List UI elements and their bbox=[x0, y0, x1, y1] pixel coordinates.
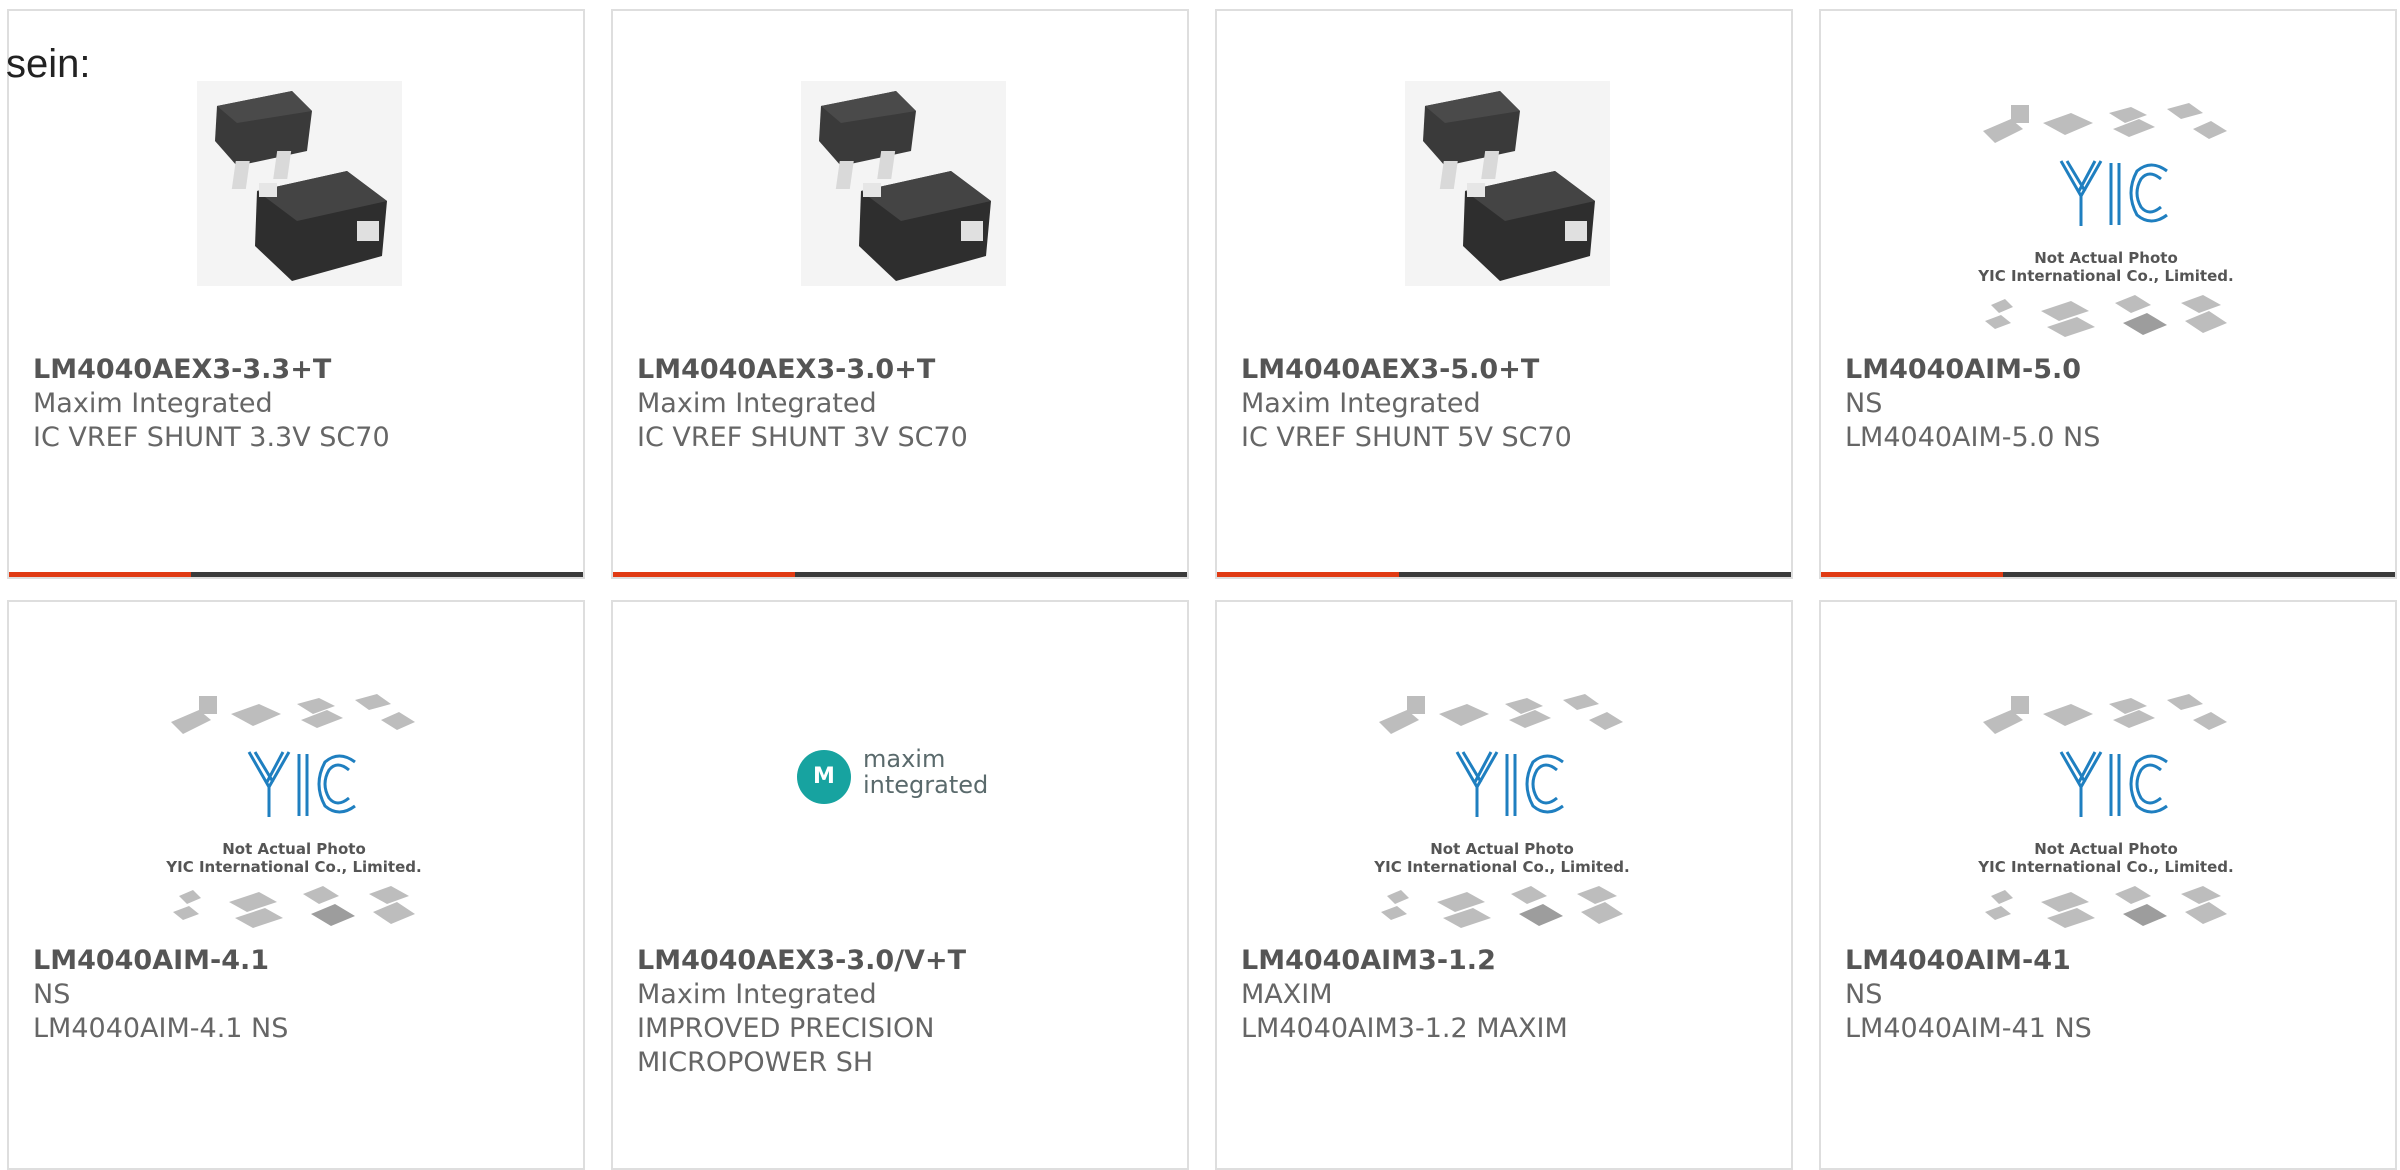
yic-logo-icon bbox=[1983, 694, 2227, 817]
description: IMPROVED PRECISION MICROPOWER SH bbox=[637, 1013, 935, 1078]
product-card[interactable]: M maxim integrated LM4040AEX3-3.0/V+T Ma… bbox=[611, 600, 1189, 1170]
placeholder-line1: Not Actual Photo bbox=[2034, 840, 2178, 858]
manufacturer: NS bbox=[1845, 979, 1883, 1010]
maxim-mark-icon: M bbox=[797, 750, 851, 804]
product-card[interactable]: Not Actual Photo YIC International Co., … bbox=[1819, 600, 2397, 1170]
not-actual-photo-note: Not Actual Photo YIC International Co., … bbox=[1971, 249, 2241, 285]
yic-logo-icon bbox=[1983, 103, 2227, 226]
product-image[interactable] bbox=[1217, 11, 1791, 301]
part-number-link[interactable]: LM4040AIM-5.0 bbox=[1845, 353, 2375, 387]
product-card[interactable]: LM4040AEX3-5.0+T Maxim Integrated IC VRE… bbox=[1215, 9, 1793, 579]
placeholder-line1: Not Actual Photo bbox=[222, 840, 366, 858]
part-number-link[interactable]: LM4040AEX3-3.0+T bbox=[637, 353, 1167, 387]
chip-icons bbox=[1985, 886, 2227, 928]
description: LM4040AIM-5.0 NS bbox=[1845, 422, 2101, 453]
yic-placeholder-image: Not Actual Photo YIC International Co., … bbox=[159, 692, 429, 942]
manufacturer: Maxim Integrated bbox=[33, 388, 273, 419]
description: IC VREF SHUNT 3V SC70 bbox=[637, 422, 968, 453]
card-accent bbox=[1821, 572, 2003, 577]
manufacturer: NS bbox=[1845, 388, 1883, 419]
part-number-link[interactable]: LM4040AEX3-3.0/V+T bbox=[637, 944, 1167, 978]
yic-placeholder-image: Not Actual Photo YIC International Co., … bbox=[1367, 692, 1637, 942]
yic-placeholder-image: Not Actual Photo YIC International Co., … bbox=[1971, 692, 2241, 942]
product-card[interactable]: Not Actual Photo YIC International Co., … bbox=[1819, 9, 2397, 579]
product-image[interactable]: Not Actual Photo YIC International Co., … bbox=[9, 602, 583, 928]
part-number-link[interactable]: LM4040AEX3-5.0+T bbox=[1241, 353, 1771, 387]
product-info: LM4040AIM-4.1 NS LM4040AIM-4.1 NS bbox=[33, 944, 563, 1046]
product-image[interactable]: M maxim integrated bbox=[613, 602, 1187, 892]
maxim-logo: M maxim integrated bbox=[797, 742, 1007, 812]
chip-icons bbox=[1381, 886, 1623, 928]
card-accent bbox=[613, 572, 795, 577]
yic-logo-icon bbox=[1379, 694, 1623, 817]
manufacturer: Maxim Integrated bbox=[637, 388, 877, 419]
part-number-link[interactable]: LM4040AEX3-3.3+T bbox=[33, 353, 563, 387]
card-bottom-bar bbox=[1217, 572, 1791, 577]
product-info: LM4040AIM3-1.2 MAXIM LM4040AIM3-1.2 MAXI… bbox=[1241, 944, 1771, 1046]
product-info: LM4040AIM-41 NS LM4040AIM-41 NS bbox=[1845, 944, 2375, 1046]
product-info: LM4040AIM-5.0 NS LM4040AIM-5.0 NS bbox=[1845, 353, 2375, 455]
maxim-wordmark-line2: integrated bbox=[863, 771, 989, 799]
part-number-link[interactable]: LM4040AIM3-1.2 bbox=[1241, 944, 1771, 978]
manufacturer: Maxim Integrated bbox=[1241, 388, 1481, 419]
part-number-link[interactable]: LM4040AIM-4.1 bbox=[33, 944, 563, 978]
product-info: LM4040AEX3-3.0/V+T Maxim Integrated IMPR… bbox=[637, 944, 1167, 1080]
intro-text: sein: bbox=[6, 42, 91, 86]
not-actual-photo-note: Not Actual Photo YIC International Co., … bbox=[1367, 840, 1637, 876]
product-image[interactable] bbox=[9, 11, 583, 301]
product-info: LM4040AEX3-3.0+T Maxim Integrated IC VRE… bbox=[637, 353, 1167, 455]
product-image[interactable]: Not Actual Photo YIC International Co., … bbox=[1821, 602, 2395, 928]
yic-placeholder-image: Not Actual Photo YIC International Co., … bbox=[1971, 101, 2241, 351]
product-card[interactable]: LM4040AEX3-3.3+T Maxim Integrated IC VRE… bbox=[7, 9, 585, 579]
product-info: LM4040AEX3-3.3+T Maxim Integrated IC VRE… bbox=[33, 353, 563, 455]
product-card[interactable]: LM4040AEX3-3.0+T Maxim Integrated IC VRE… bbox=[611, 9, 1189, 579]
product-card[interactable]: Not Actual Photo YIC International Co., … bbox=[7, 600, 585, 1170]
part-number-link[interactable]: LM4040AIM-41 bbox=[1845, 944, 2375, 978]
placeholder-line1: Not Actual Photo bbox=[2034, 249, 2178, 267]
yic-logo-icon bbox=[171, 694, 415, 817]
product-image[interactable] bbox=[613, 11, 1187, 301]
sot-component-photo bbox=[1405, 81, 1610, 286]
manufacturer: Maxim Integrated bbox=[637, 979, 877, 1010]
product-image[interactable]: Not Actual Photo YIC International Co., … bbox=[1217, 602, 1791, 928]
manufacturer: NS bbox=[33, 979, 71, 1010]
maxim-wordmark: maxim integrated bbox=[863, 746, 988, 798]
card-accent bbox=[9, 572, 191, 577]
card-bottom-bar bbox=[9, 572, 583, 577]
description: LM4040AIM-41 NS bbox=[1845, 1013, 2092, 1044]
not-actual-photo-note: Not Actual Photo YIC International Co., … bbox=[1971, 840, 2241, 876]
product-info: LM4040AEX3-5.0+T Maxim Integrated IC VRE… bbox=[1241, 353, 1771, 455]
placeholder-line2: YIC International Co., Limited. bbox=[166, 858, 422, 876]
chip-icons bbox=[173, 886, 415, 928]
placeholder-line2: YIC International Co., Limited. bbox=[1374, 858, 1630, 876]
description: LM4040AIM-4.1 NS bbox=[33, 1013, 289, 1044]
sot-component-photo bbox=[197, 81, 402, 286]
chip-icons bbox=[1985, 295, 2227, 337]
description: IC VREF SHUNT 3.3V SC70 bbox=[33, 422, 390, 453]
description: IC VREF SHUNT 5V SC70 bbox=[1241, 422, 1572, 453]
sot-component-photo bbox=[801, 81, 1006, 286]
manufacturer: MAXIM bbox=[1241, 979, 1333, 1010]
card-bottom-bar bbox=[613, 572, 1187, 577]
maxim-wordmark-line1: maxim bbox=[863, 745, 946, 773]
card-accent bbox=[1217, 572, 1399, 577]
placeholder-line2: YIC International Co., Limited. bbox=[1978, 267, 2234, 285]
description: LM4040AIM3-1.2 MAXIM bbox=[1241, 1013, 1568, 1044]
not-actual-photo-note: Not Actual Photo YIC International Co., … bbox=[159, 840, 429, 876]
product-image[interactable]: Not Actual Photo YIC International Co., … bbox=[1821, 11, 2395, 337]
card-bottom-bar bbox=[1821, 572, 2395, 577]
product-card[interactable]: Not Actual Photo YIC International Co., … bbox=[1215, 600, 1793, 1170]
placeholder-line1: Not Actual Photo bbox=[1430, 840, 1574, 858]
placeholder-line2: YIC International Co., Limited. bbox=[1978, 858, 2234, 876]
